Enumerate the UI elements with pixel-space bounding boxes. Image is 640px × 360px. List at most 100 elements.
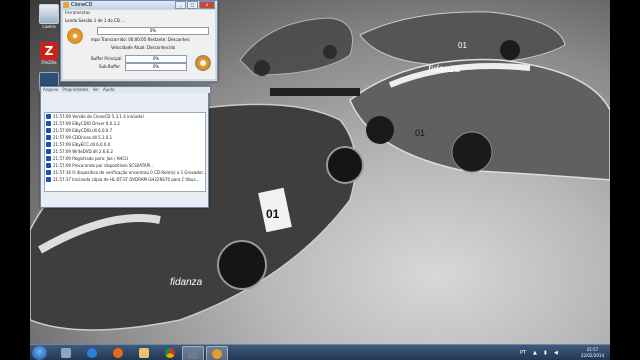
log-text: 21:57:09 Procurando por dispositivos SCS… — [53, 163, 154, 168]
wallpaper-brand-text: fidanza — [428, 64, 461, 75]
volume-icon[interactable]: ◀ — [554, 345, 558, 360]
folder-icon — [139, 348, 149, 358]
minimize-button[interactable]: _ — [175, 1, 186, 9]
log-text: 21:57:09 WriteDVD.dll 2.6.6.2 — [53, 149, 113, 154]
progress-field-top: 0% — [97, 27, 209, 35]
car-top-left — [239, 17, 353, 76]
tray-up-arrow-icon[interactable]: ▲ — [533, 345, 537, 360]
log-row: 21:57:37 Iniciando cópia de HL-DT-ST DVD… — [45, 176, 205, 183]
wallpaper-number: 01 — [266, 207, 280, 221]
log-list[interactable]: 21:57:09 Versão do CloneCD 5.3.1.4 inici… — [44, 112, 206, 192]
menu-item-ajuda[interactable]: Ajuda — [103, 87, 114, 93]
disc-icon — [67, 28, 83, 44]
buffer-main-value: 0% — [152, 56, 160, 61]
firefox-icon — [113, 348, 123, 358]
car-top-right: 01 — [359, 11, 566, 66]
internet-explorer-icon — [87, 348, 97, 358]
clonecd-main-window[interactable]: Arquivo Propriedades Ver Ajuda 21:57:09 … — [40, 86, 210, 208]
clock-date: 22/02/2014 — [580, 353, 604, 358]
start-button[interactable] — [32, 346, 47, 360]
log-row: 21:57:09 Procurando por dispositivos SCS… — [45, 162, 205, 169]
clonecd-app-icon — [63, 2, 69, 8]
log-text: 21:57:16 O dispositivo de verificação en… — [53, 170, 207, 175]
info-icon — [46, 149, 51, 154]
desktop-icon-filezilla[interactable]: Z FileZilla — [38, 42, 60, 65]
network-icon[interactable]: ▮ — [544, 345, 547, 360]
status-line: Lendo Sessão 1 de 1 do CD ... — [65, 18, 125, 23]
cancel-clonecd-button[interactable] — [195, 55, 211, 71]
info-icon — [46, 114, 51, 119]
info-icon — [46, 121, 51, 126]
buffer-sub-field: 0% — [125, 63, 187, 71]
buffer-main-label: Buffer Principal — [91, 56, 122, 61]
info-icon — [46, 177, 51, 182]
menu-bar: Arquivo Propriedades Ver Ajuda — [41, 87, 210, 93]
info-icon — [46, 142, 51, 147]
log-text: 21:57:09 ElbyCDIO Driver 6.0.3.2 — [53, 121, 120, 126]
buffer-sub-value: 0% — [152, 64, 160, 69]
wallpaper-number: 01 — [458, 41, 467, 50]
clonecd-taskbar-icon — [188, 349, 198, 359]
speed-line: Velocidade Atual: Desconhecido — [111, 45, 176, 50]
log-row: 21:57:09 ElbyECC.dll 6.0.0.0 — [45, 141, 205, 148]
taskbar-chrome[interactable] — [160, 346, 180, 360]
windows-explorer-icon — [61, 348, 71, 358]
window-client-area: Ferramentas Lendo Sessão 1 de 1 do CD ..… — [63, 10, 215, 79]
info-icon — [46, 163, 51, 168]
car-right: fidanza 01 — [349, 58, 610, 181]
log-row: 21:57:16 O dispositivo de verificação en… — [45, 169, 207, 176]
clonecd-progress-window[interactable]: CloneCD _ □ x Ferramentas Lendo Sessão 1… — [60, 0, 218, 82]
log-row: 21:57:09 CDDrives.dll 5.3.0.1 — [45, 134, 205, 141]
desktop-icon-recycle-bin[interactable]: Lixeira — [38, 4, 60, 29]
window-controls: _ □ x — [175, 1, 215, 9]
menu-item-ver[interactable]: Ver — [93, 87, 100, 93]
time-line: mpo Transcorrido: 00:00:05 Restante: Des… — [91, 37, 190, 42]
menu-item-propriedades[interactable]: Propriedades — [62, 87, 88, 93]
log-row: 21:57:09 Versão do CloneCD 5.3.1.4 inici… — [45, 113, 205, 120]
log-text: 21:57:09 CDDrives.dll 5.3.0.1 — [53, 135, 113, 140]
window-titlebar[interactable]: CloneCD _ □ x — [61, 1, 217, 9]
buffer-main-field: 0% — [125, 55, 187, 63]
inner-title: Ferramentas — [65, 10, 91, 15]
log-row: 21:57:09 WriteDVD.dll 2.6.6.2 — [45, 148, 205, 155]
desktop-icon-label: Lixeira — [42, 24, 56, 29]
log-text: 21:57:09 Registrado para: Joe / AHCU — [53, 156, 129, 161]
log-text: 21:57:37 Iniciando cópia de HL-DT-ST DVD… — [53, 177, 200, 182]
info-icon — [46, 128, 51, 133]
buffer-sub-label: Sub Buffer — [99, 64, 121, 69]
maximize-button[interactable]: □ — [187, 1, 198, 9]
taskbar-clonecd[interactable] — [182, 346, 204, 360]
log-text: 21:57:09 ElbyECC.dll 6.0.0.0 — [53, 142, 111, 147]
car-rear-wing — [270, 88, 360, 96]
log-row: 21:57:09 Registrado para: Joe / AHCU — [45, 155, 205, 162]
close-button[interactable]: x — [199, 1, 215, 9]
window-title: CloneCD — [71, 2, 93, 8]
log-row: 21:57:09 ElbyCDIO.dll 6.0.0.7 — [45, 127, 205, 134]
taskbar-folder[interactable] — [134, 346, 154, 360]
wallpaper-brand-text: fidanza — [170, 277, 203, 288]
info-icon — [46, 135, 51, 140]
menu-item-arquivo[interactable]: Arquivo — [43, 87, 58, 93]
taskbar: PT ▲ ▮ ◀ 21:57 22/02/2014 — [30, 344, 610, 360]
taskbar-explorer[interactable] — [56, 346, 76, 360]
language-indicator[interactable]: PT — [520, 345, 526, 360]
chrome-icon — [165, 348, 175, 358]
screen: 01 fidanza 01 01 fidanza Lixeira Z FileZ… — [0, 0, 640, 360]
log-row: 21:57:09 ElbyCDIO Driver 6.0.3.2 — [45, 120, 205, 127]
desktop-icon-label: FileZilla — [41, 60, 57, 65]
log-text: 21:57:09 ElbyCDIO.dll 6.0.0.7 — [53, 128, 113, 133]
wallpaper-number: 01 — [415, 128, 425, 138]
filezilla-icon: Z — [40, 42, 58, 60]
recycle-bin-icon — [39, 4, 59, 24]
clock[interactable]: 21:57 22/02/2014 — [581, 347, 604, 359]
taskbar-firefox[interactable] — [108, 346, 128, 360]
taskbar-ie[interactable] — [82, 346, 102, 360]
taskbar-clonecd-2[interactable] — [206, 346, 228, 360]
info-icon — [46, 170, 51, 175]
info-icon — [46, 156, 51, 161]
progress-top-value: 0% — [149, 28, 157, 33]
log-text: 21:57:09 Versão do CloneCD 5.3.1.4 inici… — [53, 114, 145, 119]
left-letterbox — [0, 0, 30, 360]
right-letterbox — [610, 0, 640, 360]
clonecd-taskbar-icon-2 — [212, 349, 222, 359]
